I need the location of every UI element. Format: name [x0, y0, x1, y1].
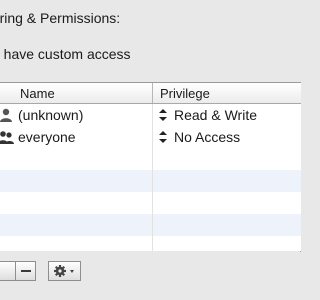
- column-divider-body: [152, 104, 153, 251]
- access-note: u have custom access: [0, 46, 131, 62]
- up-down-arrows-icon: [159, 109, 167, 121]
- column-divider[interactable]: [152, 83, 153, 103]
- up-down-arrows-icon: [159, 131, 167, 143]
- add-button[interactable]: [0, 261, 16, 281]
- table-row[interactable]: everyone No Access: [0, 126, 301, 148]
- permissions-table: Name Privilege (unknown) Read & Write ev…: [0, 82, 301, 252]
- privilege-popup[interactable]: No Access: [158, 128, 240, 146]
- section-header: haring & Permissions:: [0, 10, 121, 26]
- table-header: Name Privilege: [0, 83, 301, 104]
- group-icon: [0, 131, 14, 144]
- privilege-value: Read & Write: [174, 107, 257, 123]
- empty-row: [0, 192, 301, 214]
- gear-icon: [53, 265, 74, 277]
- minus-icon: [20, 270, 31, 272]
- add-remove-buttons: [0, 261, 36, 281]
- user-name: (unknown): [18, 107, 84, 123]
- user-name: everyone: [18, 129, 76, 145]
- empty-row: [0, 148, 301, 170]
- bottom-toolbar: [0, 251, 300, 300]
- empty-row: [0, 170, 301, 192]
- column-header-privilege[interactable]: Privilege: [160, 86, 210, 101]
- empty-row: [0, 214, 301, 236]
- privilege-popup[interactable]: Read & Write: [158, 106, 257, 124]
- user-icon: [0, 108, 12, 122]
- action-menu-button[interactable]: [48, 261, 81, 281]
- column-header-name[interactable]: Name: [20, 86, 55, 101]
- table-row[interactable]: (unknown) Read & Write: [0, 104, 301, 126]
- remove-button[interactable]: [16, 261, 36, 281]
- privilege-value: No Access: [174, 129, 241, 145]
